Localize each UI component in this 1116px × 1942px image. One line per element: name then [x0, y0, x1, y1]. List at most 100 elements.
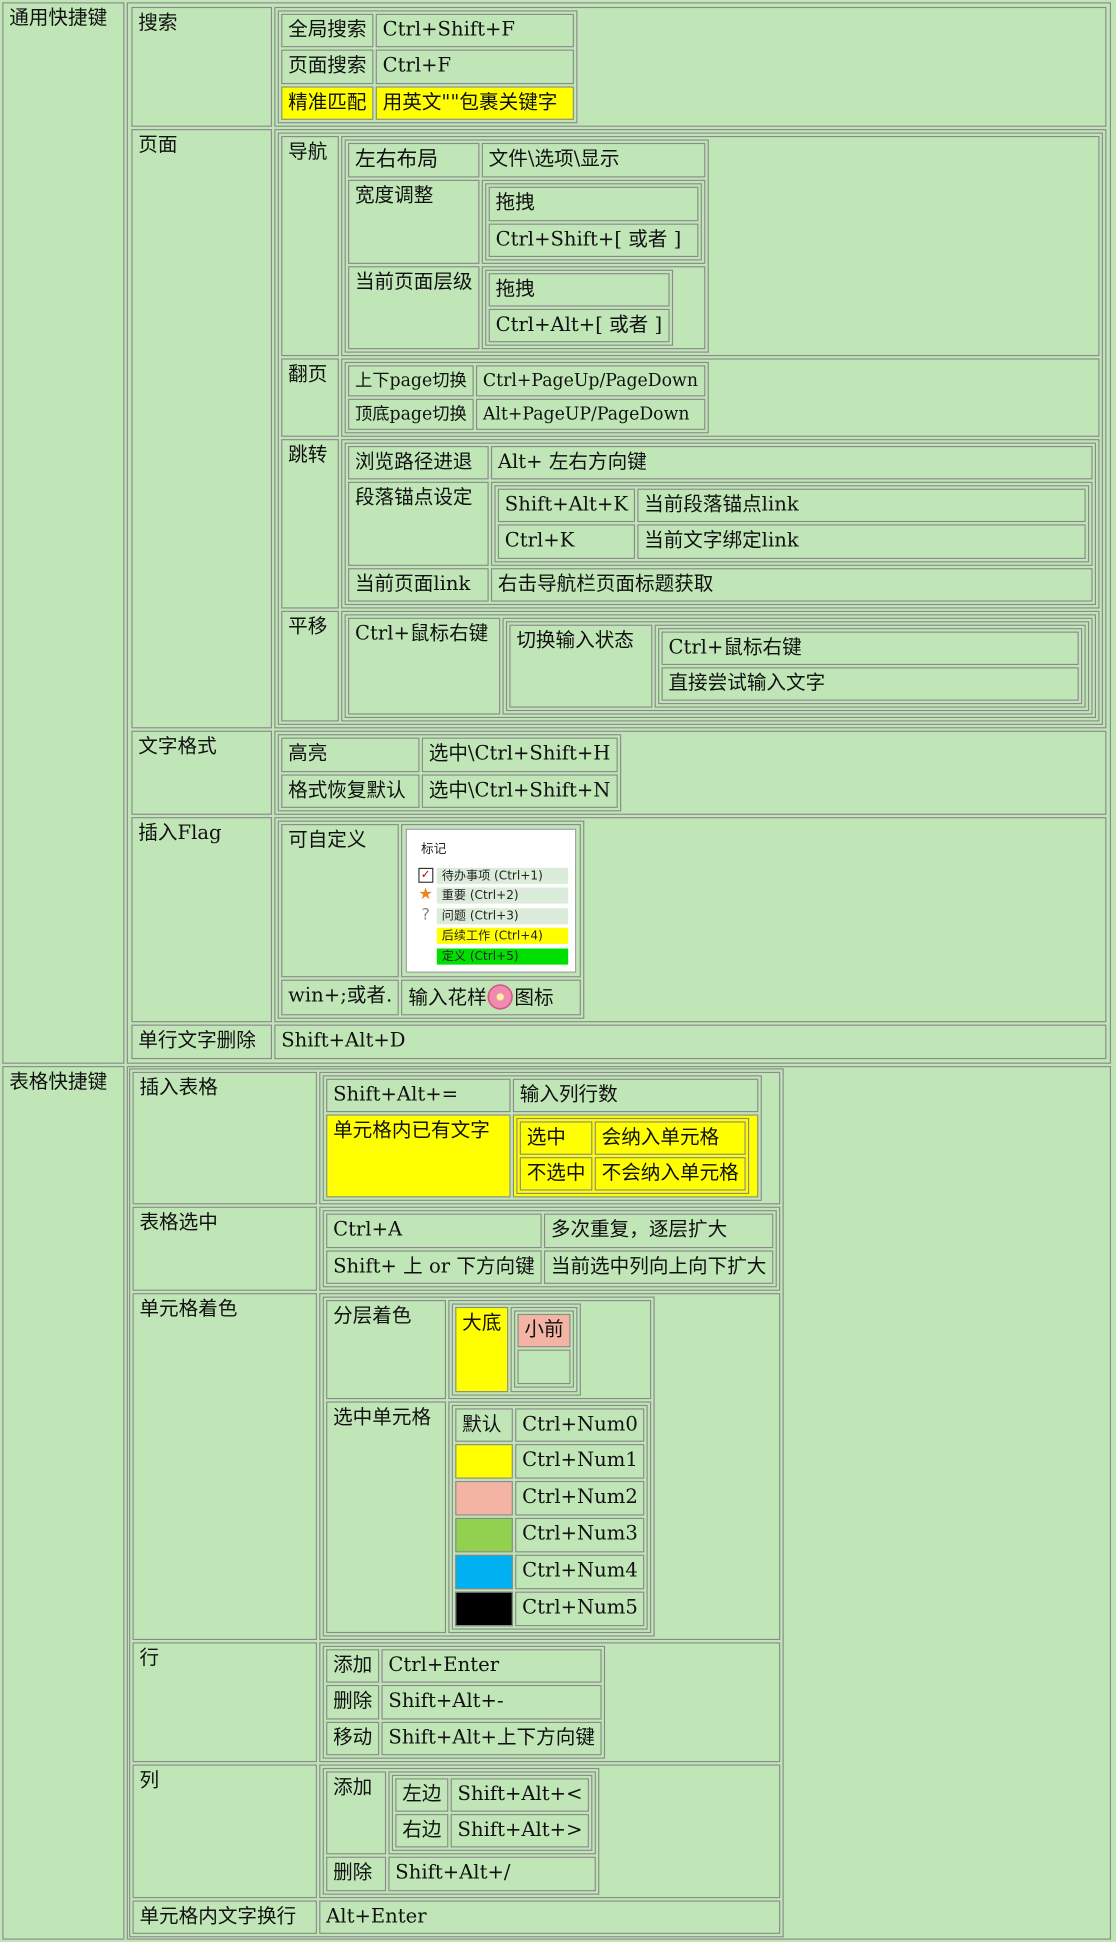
- select-section: 表格选中 Ctrl+A 多次重复，逐层扩大 Shift+ 上 or 下方向键 当前选…: [132, 1206, 781, 1291]
- jump-key: 段落锚点设定: [348, 481, 489, 566]
- color-swatch: [455, 1444, 513, 1479]
- col-del-value: Shift+Alt+/: [388, 1856, 597, 1891]
- color-swatch-default: 默认: [455, 1408, 513, 1442]
- insert-sub-value: 会纳入单元格: [594, 1121, 746, 1155]
- col-value: Shift+Alt+>: [450, 1814, 590, 1848]
- row-key: 移动: [326, 1721, 380, 1755]
- select-label: 表格选中: [132, 1206, 317, 1291]
- color-keys-table: 默认 Ctrl+Num0 Ctrl+Num1 Ctrl+Num2 Ctrl+Num…: [451, 1404, 649, 1630]
- flag-menu-item: 定义 (Ctrl+5): [414, 947, 569, 965]
- anchor-table: Shift+Alt+K 当前段落锚点link Ctrl+K 当前文字绑定link: [494, 485, 1090, 562]
- flag-menu-item-label: 重要 (Ctrl+2): [437, 887, 569, 904]
- small-cell: 小前: [517, 1313, 571, 1348]
- table-row: 选中 会纳入单元格: [519, 1121, 746, 1155]
- flag-menu-item: ✓ 待办事项 (Ctrl+1): [414, 866, 569, 884]
- nav-key: 宽度调整: [348, 180, 480, 264]
- page-label: 页面: [131, 128, 272, 729]
- flag-custom: 可自定义: [281, 823, 400, 978]
- color-table: 分层着色 大底 小前 选中单元格 默认 Ctrl+Num0 Ctrl+Num1 …: [322, 1296, 656, 1637]
- table-shortcuts-section: 表格快捷键 插入表格 Shift+Alt+= 输入列行数 单元格内已有文字 选中…: [2, 1065, 1112, 1940]
- star-icon: ★: [418, 885, 433, 904]
- table-row: Ctrl+Num2: [455, 1480, 645, 1516]
- select-table: Ctrl+A 多次重复，逐层扩大 Shift+ 上 or 下方向键 当前选中列向上向…: [322, 1210, 777, 1288]
- flip-key: 顶底page切换: [348, 398, 474, 430]
- col-table: 添加 左边 Shift+Alt+< 右边 Shift+Alt+> 删除 Shift+A…: [322, 1767, 600, 1895]
- textfmt-value: 选中\Ctrl+Shift+H: [421, 737, 618, 772]
- table-row: 浏览路径进退 Alt+ 左右方向键: [348, 445, 1093, 480]
- flag-menu-item-label: 后续工作 (Ctrl+4): [437, 927, 569, 944]
- insert-sub-key: 选中: [519, 1121, 593, 1155]
- table-row: 页面搜索 Ctrl+F: [281, 49, 574, 84]
- nav-label: 导航: [281, 135, 339, 357]
- insert-value: 输入列行数: [512, 1078, 759, 1112]
- table-row: 添加 Ctrl+Enter: [326, 1649, 602, 1683]
- search-table: 全局搜索 Ctrl+Shift+F 页面搜索 Ctrl+F 精准匹配 用英文""包裹关…: [277, 10, 578, 124]
- flip-value: Ctrl+PageUp/PageDown: [476, 365, 705, 397]
- anchor-value: 当前文字绑定link: [637, 524, 1086, 559]
- color-key: Ctrl+Num0: [515, 1408, 645, 1442]
- flag-menu-item: ★ 重要 (Ctrl+2): [414, 885, 569, 904]
- nav-value: 拖拽: [488, 186, 699, 221]
- table-row: 当前页面层级 拖拽 Ctrl+Alt+[ 或者 ]: [348, 265, 706, 350]
- insert-table-section: 插入表格 Shift+Alt+= 输入列行数 单元格内已有文字 选中 会纳入单元格 …: [132, 1071, 781, 1205]
- table-row: Ctrl+A 多次重复，逐层扩大: [326, 1213, 774, 1248]
- table-row: Ctrl+K 当前文字绑定link: [497, 524, 1086, 559]
- flag-menu-item-label: 问题 (Ctrl+3): [437, 907, 569, 924]
- flag-menu-item: ? 问题 (Ctrl+3): [414, 906, 569, 924]
- wrap-value: Alt+Enter: [319, 1899, 781, 1934]
- flag-alt-post: 图标: [514, 986, 554, 1010]
- table-row: 选中单元格 默认 Ctrl+Num0 Ctrl+Num1 Ctrl+Num2 Ct…: [326, 1401, 652, 1634]
- table-row: Shift+ 上 or 下方向键 当前选中列向上向下扩大: [326, 1249, 774, 1284]
- delline-label: 单行文字删除: [131, 1024, 272, 1059]
- jump-section: 跳转 浏览路径进退 Alt+ 左右方向键 段落锚点设定 Shift+Alt+K …: [281, 438, 1100, 609]
- color-swatch: [455, 1480, 513, 1516]
- search-section: 搜索 全局搜索 Ctrl+Shift+F 页面搜索 Ctrl+F 精准匹配 用英文""…: [131, 6, 1107, 127]
- row-table: 添加 Ctrl+Enter 删除 Shift+Alt+- 移动 Shift+Alt+上…: [322, 1645, 606, 1759]
- flag-menu-title: 标记: [421, 841, 447, 857]
- insert-key: Shift+Alt+=: [326, 1078, 511, 1112]
- flower-emoji-icon: [487, 984, 514, 1010]
- table-row: Ctrl+Num5: [455, 1591, 645, 1627]
- color-label: 单元格着色: [132, 1292, 317, 1641]
- general-section: 通用快捷键 搜索 全局搜索 Ctrl+Shift+F 页面搜索 Ctrl+F 精准匹…: [2, 2, 1112, 1064]
- delline-section: 单行文字删除 Shift+Alt+D: [131, 1024, 1107, 1059]
- anchor-key: Shift+Alt+K: [497, 488, 635, 523]
- col-label: 列: [132, 1764, 317, 1898]
- table-row: 拖拽: [488, 272, 670, 307]
- table-row: 大底 小前: [455, 1306, 578, 1392]
- flip-table: 上下page切换 Ctrl+PageUp/PageDown 顶底page切换 Alt…: [344, 362, 709, 434]
- table-row: 精准匹配 用英文""包裹关键字: [281, 85, 574, 120]
- table-row: 格式恢复默认 选中\Ctrl+Shift+N: [281, 773, 618, 808]
- table-shortcuts-table: 插入表格 Shift+Alt+= 输入列行数 单元格内已有文字 选中 会纳入单元格 …: [129, 1067, 784, 1938]
- layer-table: 大底 小前: [451, 1303, 581, 1396]
- table-row: 添加 左边 Shift+Alt+< 右边 Shift+Alt+>: [326, 1771, 597, 1855]
- textfmt-key: 高亮: [281, 737, 420, 772]
- col-del-key: 删除: [326, 1856, 387, 1891]
- flag-alt-desc: 输入花样 图标: [401, 979, 582, 1016]
- table-row: 默认 Ctrl+Num0: [455, 1408, 645, 1442]
- pan-sub-table: 切换输入状态 Ctrl+鼠标右键 直接尝试输入文字: [505, 620, 1090, 712]
- col-add-table: 左边 Shift+Alt+< 右边 Shift+Alt+>: [391, 1774, 593, 1852]
- flag-menu-item-label: 定义 (Ctrl+5): [437, 947, 569, 965]
- textfmt-label: 文字格式: [131, 730, 272, 815]
- flag-section: 插入Flag 可自定义 标记 ✓ 待办事项 (Ctrl+1) ★ 重要 (Ctr…: [131, 816, 1107, 1023]
- table-row: 高亮 选中\Ctrl+Shift+H: [281, 737, 618, 772]
- table-row: 可自定义 标记 ✓ 待办事项 (Ctrl+1) ★ 重要 (Ctrl+2) ? …: [281, 823, 582, 978]
- color-key: Ctrl+Num4: [515, 1554, 645, 1590]
- row-value: Ctrl+Enter: [381, 1649, 602, 1683]
- table-row: Ctrl+Num1: [455, 1444, 645, 1479]
- search-value: Ctrl+F: [375, 49, 574, 84]
- outer-table: 通用快捷键 搜索 全局搜索 Ctrl+Shift+F 页面搜索 Ctrl+F 精准匹…: [0, 0, 1113, 1942]
- table-row: 切换输入状态 Ctrl+鼠标右键 直接尝试输入文字: [509, 624, 1086, 708]
- pan-option: Ctrl+鼠标右键: [661, 631, 1079, 665]
- color-key: Ctrl+Num5: [515, 1591, 645, 1627]
- table-row: 分层着色 大底 小前: [326, 1299, 652, 1399]
- table-row: 左边 Shift+Alt+<: [395, 1778, 590, 1812]
- nav-value: 拖拽: [488, 272, 670, 307]
- table-row: 全局搜索 Ctrl+Shift+F: [281, 13, 574, 48]
- nav-sub-table: 拖拽 Ctrl+Shift+[ 或者 ]: [485, 183, 702, 261]
- pan-table: Ctrl+鼠标右键 切换输入状态 Ctrl+鼠标右键 直接尝试输入文字: [344, 613, 1097, 719]
- row-label: 行: [132, 1642, 317, 1762]
- pan-option: 直接尝试输入文字: [661, 667, 1079, 702]
- table-row: 直接尝试输入文字: [661, 667, 1079, 702]
